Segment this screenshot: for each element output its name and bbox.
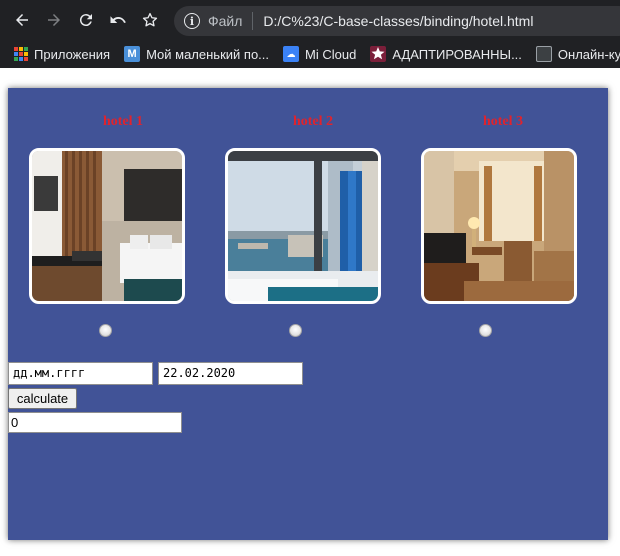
apps-grid-icon (14, 47, 28, 61)
info-icon[interactable]: i (184, 13, 200, 29)
bookmark-adapted[interactable]: АДАПТИРОВАННЫ... (370, 46, 522, 62)
bookmark-online-courses[interactable]: Онлайн-курсы (535, 46, 620, 62)
url-text[interactable]: D:/C%23/C-base-classes/binding/hotel.htm… (263, 13, 533, 29)
bookmark-label: Мой маленький по... (146, 46, 270, 62)
bookmark-label: Онлайн-курсы (557, 46, 620, 62)
reload-icon[interactable] (70, 4, 102, 36)
bookmark-apps[interactable]: Приложения (14, 47, 110, 62)
hotel-2-radio[interactable] (289, 324, 302, 337)
forward-icon[interactable] (38, 4, 70, 36)
hotel-1-radio[interactable] (99, 324, 112, 337)
omnibox-divider (252, 12, 254, 30)
bookmark-label: Приложения (34, 46, 111, 62)
page-body: hotel 1 hotel 2 hotel 3 дд.мм.гггг 22.02… (0, 68, 620, 556)
monitor-icon (535, 46, 552, 62)
star-logo-icon (370, 46, 387, 62)
bookmark-mi-cloud[interactable]: ☁ Mi Cloud (283, 46, 356, 62)
hotel-3-title: hotel 3 (482, 114, 524, 129)
bookmark-my-little[interactable]: M Мой маленький по... (124, 46, 269, 62)
scheme-label: Файл (208, 13, 243, 29)
hotel-3-photo[interactable] (421, 148, 577, 304)
browser-toolbar: i Файл D:/C%23/C-base-classes/binding/ho… (0, 0, 620, 40)
cloud-icon: ☁ (283, 46, 300, 62)
undo-icon[interactable] (102, 4, 134, 36)
hotel-3-radio[interactable] (479, 324, 492, 337)
date-to-input[interactable]: 22.02.2020 (158, 362, 303, 385)
hotel-1-photo[interactable] (29, 148, 185, 304)
bookmark-label: АДАПТИРОВАННЫ... (392, 46, 522, 62)
hotel-1-title: hotel 1 (102, 114, 144, 129)
hotel-2-title: hotel 2 (292, 114, 334, 129)
calculate-button[interactable]: calculate (8, 388, 77, 409)
back-icon[interactable] (6, 4, 38, 36)
hotel-2-photo[interactable] (225, 148, 381, 304)
hotel-panel: hotel 1 hotel 2 hotel 3 дд.мм.гггг 22.02… (8, 88, 608, 540)
date-from-input[interactable]: дд.мм.гггг (8, 362, 153, 385)
star-bookmark-icon[interactable] (134, 4, 166, 36)
address-bar[interactable]: i Файл D:/C%23/C-base-classes/binding/ho… (174, 6, 620, 36)
result-field[interactable]: 0 (8, 412, 182, 433)
bookmarks-bar: Приложения M Мой маленький по... ☁ Mi Cl… (0, 40, 620, 68)
m-logo-icon: M (124, 46, 141, 62)
bookmark-label: Mi Cloud (305, 46, 357, 62)
